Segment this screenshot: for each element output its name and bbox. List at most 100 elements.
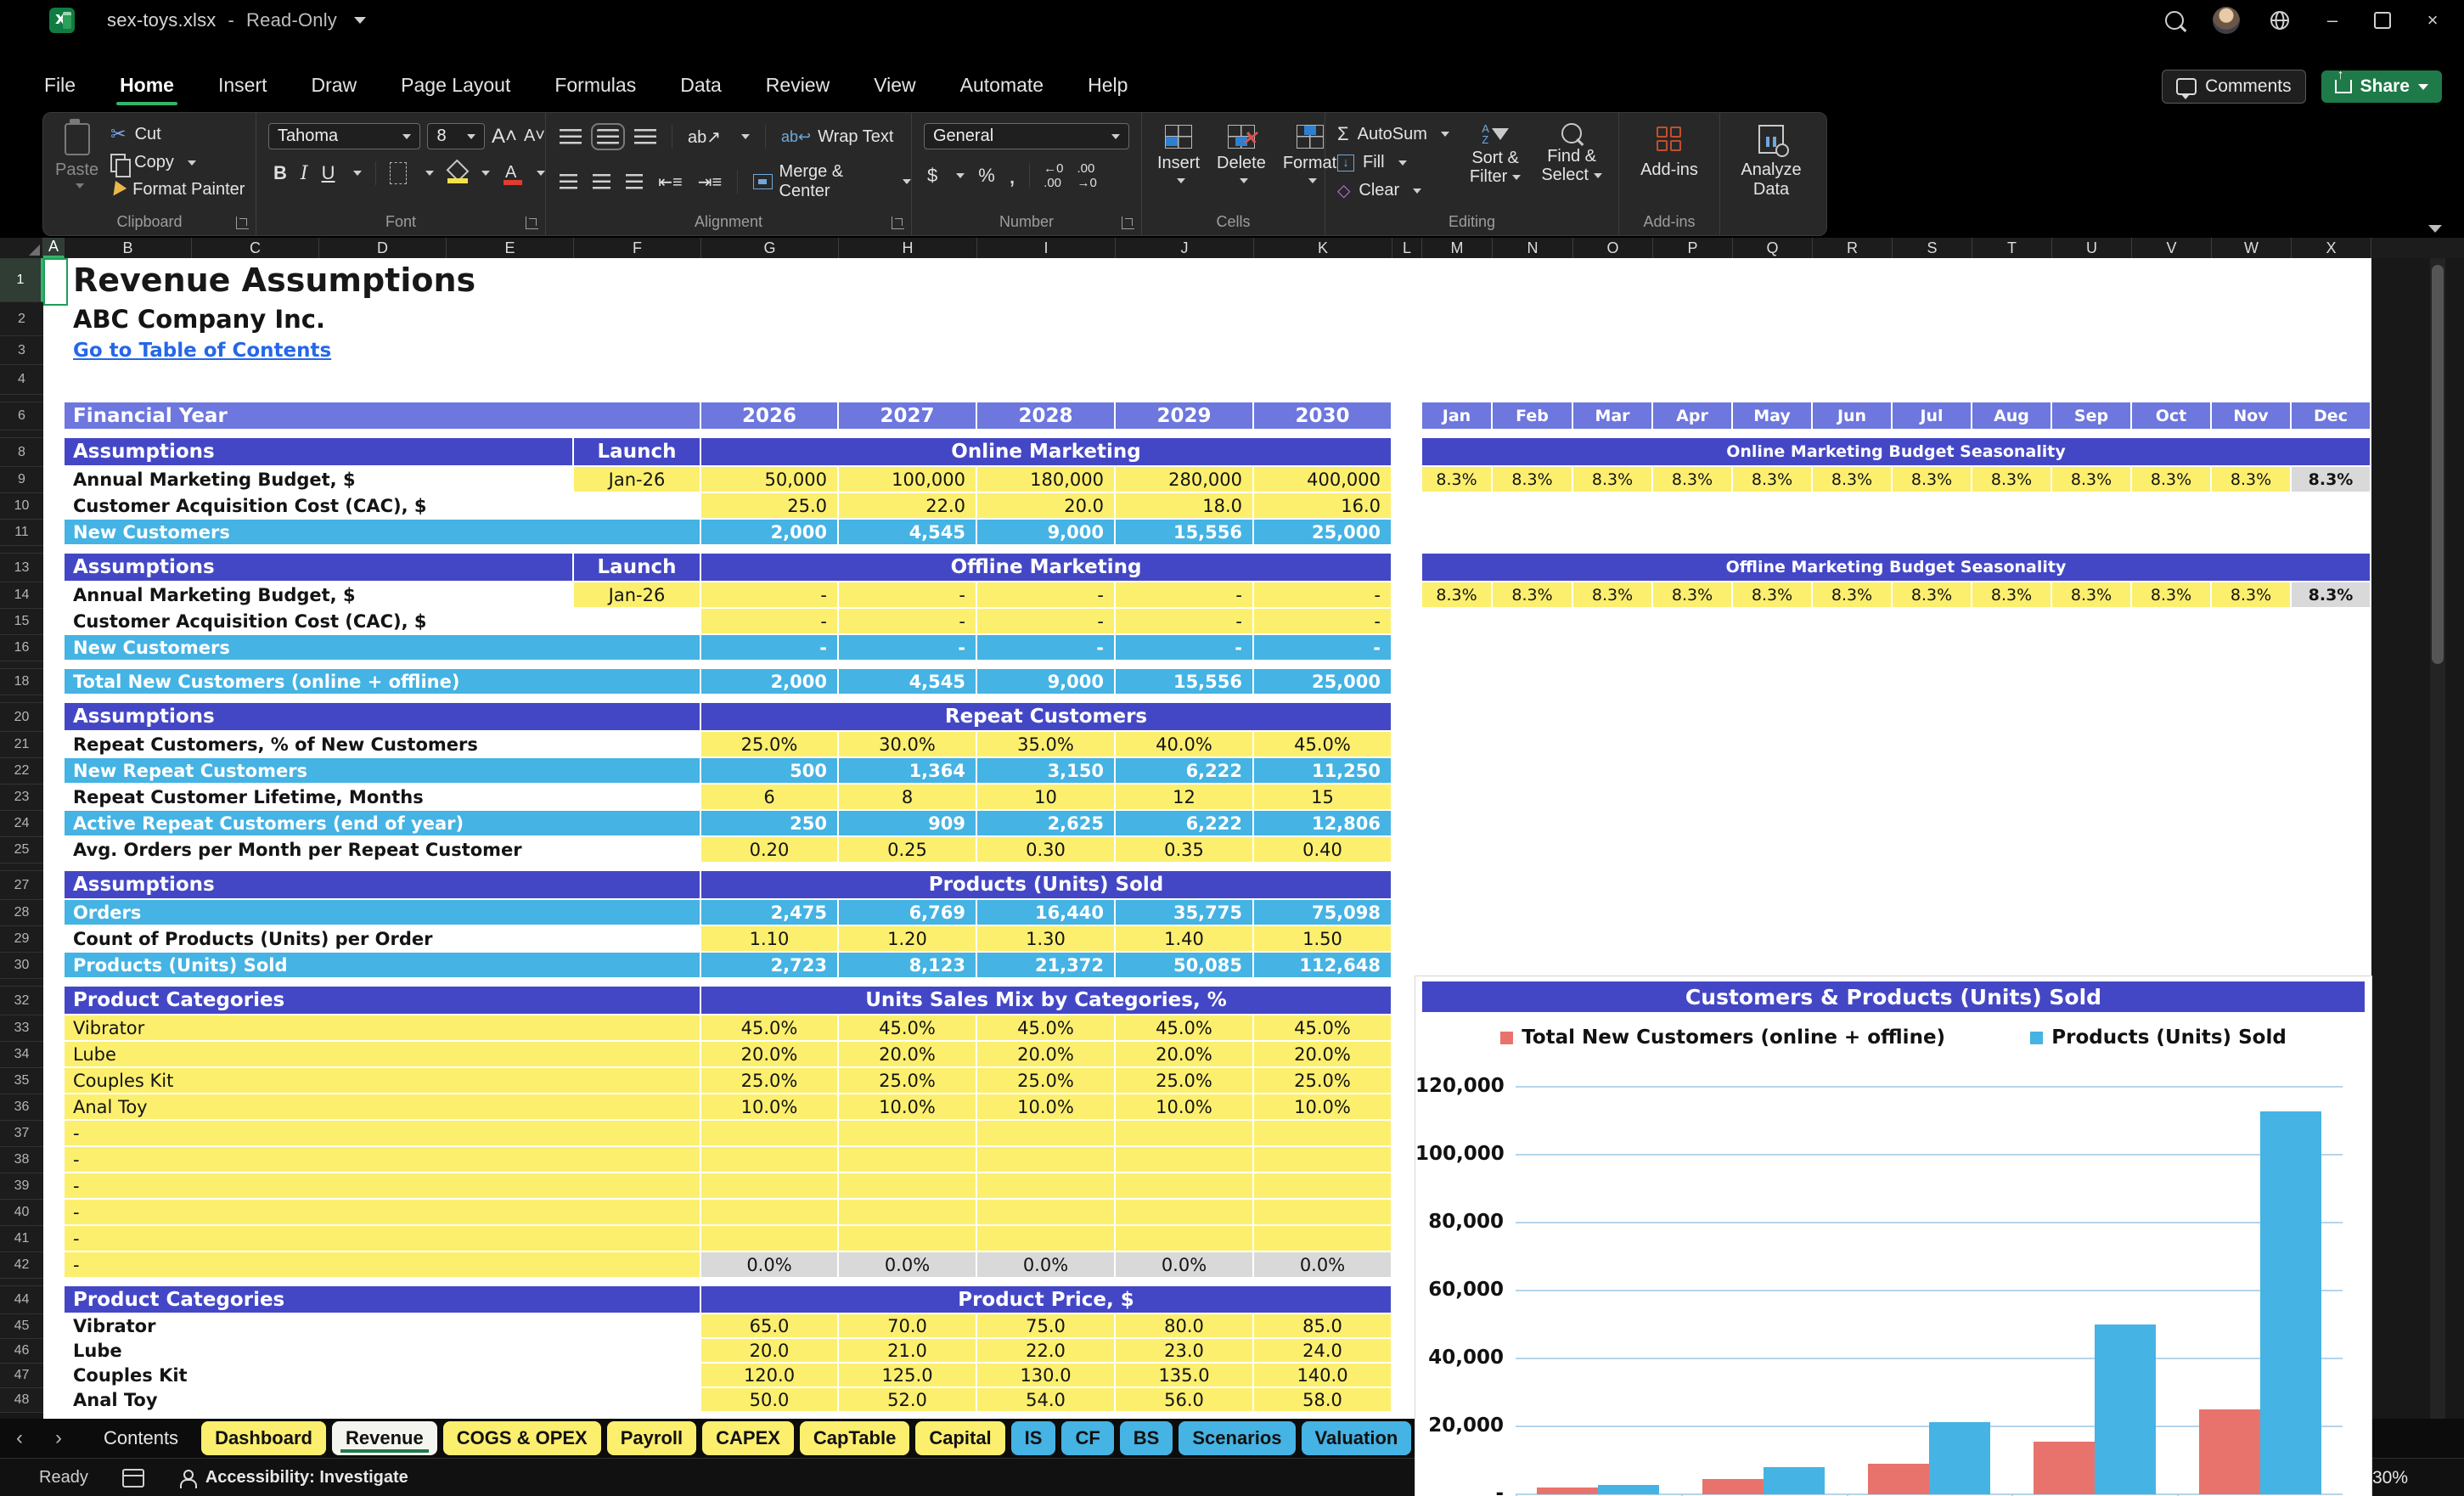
increase-decimal-icon[interactable]: ←0.00 [1044,161,1063,190]
column-header-A[interactable]: A [43,238,65,258]
cell[interactable]: 8.3% [2052,467,2132,493]
cell[interactable]: Go to Table of Contents [65,336,1392,365]
row-header-29[interactable]: 29 [0,926,43,953]
cell[interactable]: - [1116,609,1254,635]
column-header-I[interactable]: I [977,238,1116,258]
cell[interactable]: 250 [701,811,839,837]
addins-button[interactable]: Add-ins [1619,113,1719,180]
sheet-tab-cf[interactable]: CF [1061,1421,1113,1455]
cell[interactable]: 4,545 [839,669,977,695]
cell[interactable]: Jan [1422,402,1493,430]
cell[interactable]: 25.0 [701,493,839,520]
orientation-icon[interactable]: ab↗ [688,127,721,148]
active-cell[interactable] [43,258,68,306]
cell[interactable]: Assumptions [65,871,701,900]
decrease-indent-icon[interactable]: ⇤≡ [658,172,682,193]
sheet-tab-captable[interactable]: CapTable [800,1421,909,1455]
cell[interactable]: 2,000 [701,669,839,695]
cell[interactable]: 140.0 [1254,1364,1392,1388]
number-format-select[interactable]: General [924,123,1129,149]
cell[interactable]: 1.30 [977,926,1116,953]
row-header-2[interactable]: 2 [0,302,43,336]
align-middle-icon[interactable] [597,129,619,144]
cell[interactable]: 8.3% [1893,467,1972,493]
cell[interactable]: 8.3% [1733,582,1813,609]
row-header-22[interactable]: 22 [0,758,43,785]
row-header-13[interactable]: 13 [0,554,43,582]
row-header-4[interactable]: 4 [0,365,43,395]
sheet-tab-capex[interactable]: CAPEX [702,1421,794,1455]
cell[interactable]: 0.0% [701,1252,839,1279]
cell[interactable]: Launch [574,554,701,582]
cell[interactable]: - [1254,609,1392,635]
select-all-corner[interactable] [0,238,43,258]
chart-object[interactable]: Customers & Products (Units) Sold Total … [1415,976,2372,1496]
cell[interactable]: 6 [701,785,839,811]
cell[interactable]: 12 [1116,785,1254,811]
row-header-16[interactable]: 16 [0,635,43,661]
row-header-46[interactable]: 46 [0,1339,43,1364]
cell[interactable]: 21.0 [839,1339,977,1364]
cell[interactable]: 50,085 [1116,953,1254,979]
fill-button[interactable]: ↓Fill [1337,153,1449,172]
maximize-button[interactable] [2374,12,2391,29]
cell[interactable]: 0.0% [1254,1252,1392,1279]
cell[interactable]: - [839,635,977,661]
analyze-data-button[interactable]: AnalyzeData [1720,113,1822,200]
cell[interactable]: 8.3% [1573,467,1653,493]
tab-scroll-right-icon[interactable]: › [39,1426,78,1450]
row-header-40[interactable]: 40 [0,1200,43,1226]
cell[interactable]: 120.0 [701,1364,839,1388]
cell[interactable]: 20.0 [701,1339,839,1364]
sheet-tab-capital[interactable]: Capital [915,1421,1004,1455]
minimize-button[interactable]: – [2320,9,2345,31]
cell[interactable]: 35.0% [977,732,1116,758]
delete-cells-button[interactable]: ✕Delete [1217,125,1266,183]
cell[interactable]: 25.0% [701,1068,839,1094]
cell[interactable]: 400,000 [1254,467,1392,493]
cell[interactable]: - [1254,635,1392,661]
cell[interactable]: Active Repeat Customers (end of year) [65,811,701,837]
cell[interactable]: Jan-26 [574,582,701,609]
align-bottom-icon[interactable] [634,129,656,144]
menu-tab-automate[interactable]: Automate [942,65,1062,109]
sort-filter-button[interactable]: AZ Sort &Filter [1470,123,1521,201]
underline-button[interactable]: U [322,162,335,184]
column-header-M[interactable]: M [1422,238,1493,258]
cell[interactable]: 125.0 [839,1364,977,1388]
cell[interactable]: Count of Products (Units) per Order [65,926,701,953]
cell[interactable]: 2030 [1254,402,1392,430]
cell[interactable]: 45.0% [977,1015,1116,1042]
row-header-19[interactable] [0,695,43,703]
cell[interactable]: 8.3% [1493,582,1573,609]
cell[interactable]: 23.0 [1116,1339,1254,1364]
cell[interactable]: 22.0 [839,493,977,520]
copy-button[interactable]: Copy [110,153,245,172]
cell[interactable]: 2028 [977,402,1116,430]
cell[interactable]: Products (Units) Sold [701,871,1392,900]
cell[interactable]: 35,775 [1116,900,1254,926]
cell[interactable]: - [65,1121,701,1147]
cell[interactable]: Lube [65,1339,701,1364]
cell[interactable]: 100,000 [839,467,977,493]
cell[interactable]: 8.3% [2052,582,2132,609]
align-top-icon[interactable] [560,129,582,144]
cell[interactable]: 2,723 [701,953,839,979]
cell[interactable]: - [65,1200,701,1226]
italic-button[interactable]: I [301,163,308,184]
menu-tab-review[interactable]: Review [747,65,848,109]
cell[interactable]: 10.0% [1254,1094,1392,1121]
collapse-ribbon-icon[interactable] [2428,225,2442,233]
cell[interactable]: Launch [574,438,701,467]
cell[interactable]: 20.0% [977,1042,1116,1068]
cell[interactable]: 22.0 [977,1339,1116,1364]
cell[interactable]: 10.0% [1116,1094,1254,1121]
cell[interactable]: 25.0% [1254,1068,1392,1094]
cell[interactable]: Repeat Customers [701,703,1392,732]
insert-cells-button[interactable]: Insert [1157,125,1200,183]
sheet-tab-valuation[interactable]: Valuation [1302,1421,1412,1455]
row-header-8[interactable]: 8 [0,438,43,467]
cell[interactable] [701,1226,839,1252]
cell[interactable]: 20.0% [1116,1042,1254,1068]
row-header-35[interactable]: 35 [0,1068,43,1094]
